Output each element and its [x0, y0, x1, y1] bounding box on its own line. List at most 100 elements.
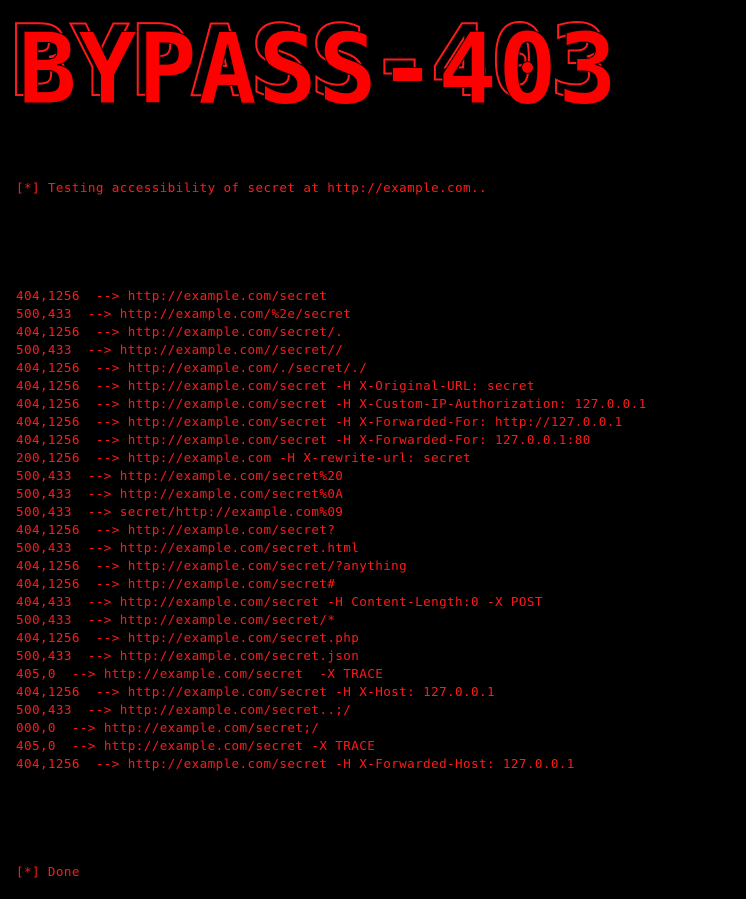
footer-line: [*] Done [16, 864, 80, 879]
status-code: 404,1256 [16, 324, 80, 339]
result-line: 000,0 --> http://example.com/secret;/ [16, 719, 742, 737]
request-target: http://example.com/secret -H X-Forwarded… [127, 432, 591, 447]
status-code: 500,433 [16, 702, 72, 717]
arrow-separator: --> [79, 450, 128, 465]
status-code: 404,1256 [16, 684, 80, 699]
result-line: 405,0 --> http://example.com/secret -X T… [16, 665, 742, 683]
status-code: 500,433 [16, 612, 72, 627]
request-target: http://example.com/secret# [127, 576, 336, 591]
status-code: 404,433 [16, 594, 72, 609]
status-code: 000,0 [16, 720, 56, 735]
request-target: http://example.com/secret -X TRACE [103, 738, 376, 753]
status-code: 500,433 [16, 540, 72, 555]
request-target: http://example.com/secret -H X-Original-… [127, 378, 535, 393]
request-target: http://example.com/./secret/./ [127, 360, 368, 375]
status-code: 200,1256 [16, 450, 80, 465]
request-target: http://example.com/secret/* [119, 612, 336, 627]
arrow-separator: --> [55, 738, 104, 753]
arrow-separator: --> [79, 684, 128, 699]
request-target: http://example.com/secret.json [119, 648, 360, 663]
result-line: 404,1256 --> http://example.com/secret [16, 287, 742, 305]
result-line: 500,433 --> http://example.com/secret.ht… [16, 539, 742, 557]
request-target: http://example.com/secret%20 [119, 468, 344, 483]
request-target: http://example.com/secret -H X-Forwarded… [127, 756, 575, 771]
result-line: 405,0 --> http://example.com/secret -X T… [16, 737, 742, 755]
result-line: 500,433 --> http://example.com/secret.js… [16, 647, 742, 665]
result-line: 404,1256 --> http://example.com/secret -… [16, 431, 742, 449]
arrow-separator: --> [79, 396, 128, 411]
arrow-separator: --> [71, 342, 120, 357]
status-code: 404,1256 [16, 378, 80, 393]
result-line: 500,433 --> http://example.com/secret..;… [16, 701, 742, 719]
status-code: 500,433 [16, 504, 72, 519]
result-line: 500,433 --> http://example.com/secret/* [16, 611, 742, 629]
request-target: http://example.com/secret;/ [103, 720, 320, 735]
request-target: http://example.com/%2e/secret [119, 306, 352, 321]
result-line: 404,1256 --> http://example.com/secret -… [16, 413, 742, 431]
arrow-separator: --> [71, 648, 120, 663]
arrow-separator: --> [79, 558, 128, 573]
result-line: 404,1256 --> http://example.com/secret -… [16, 683, 742, 701]
status-code: 500,433 [16, 342, 72, 357]
request-target: http://example.com/secret.php [127, 630, 360, 645]
status-code: 404,1256 [16, 414, 80, 429]
status-code: 404,1256 [16, 432, 80, 447]
request-target: secret/http://example.com%09 [119, 504, 344, 519]
status-code: 404,1256 [16, 396, 80, 411]
result-line: 404,1256 --> http://example.com/secret -… [16, 377, 742, 395]
arrow-separator: --> [71, 702, 120, 717]
arrow-separator: --> [79, 324, 128, 339]
arrow-separator: --> [71, 468, 120, 483]
status-code: 404,1256 [16, 522, 80, 537]
ascii-art-banner: BYPASS-403 BYPASS-403 [9, 9, 734, 123]
result-line: 500,433 --> http://example.com//secret// [16, 341, 742, 359]
status-code: 404,1256 [16, 360, 80, 375]
request-target: http://example.com/secret.html [119, 540, 360, 555]
arrow-separator: --> [71, 594, 120, 609]
status-code: 404,1256 [16, 558, 80, 573]
request-target: http://example.com/secret/?anything [127, 558, 408, 573]
request-target: http://example.com/secret -X TRACE [103, 666, 384, 681]
banner-title: BYPASS-403 [17, 13, 619, 127]
arrow-separator: --> [71, 306, 120, 321]
request-target: http://example.com/secret [127, 288, 328, 303]
result-line: 500,433 --> http://example.com/%2e/secre… [16, 305, 742, 323]
arrow-separator: --> [79, 378, 128, 393]
request-target: http://example.com/secret -H Content-Len… [119, 594, 543, 609]
arrow-separator: --> [71, 486, 120, 501]
status-code: 404,1256 [16, 288, 80, 303]
result-line: 404,1256 --> http://example.com/secret.p… [16, 629, 742, 647]
status-code: 500,433 [16, 648, 72, 663]
arrow-separator: --> [79, 630, 128, 645]
status-code: 405,0 [16, 666, 56, 681]
status-code: 404,1256 [16, 576, 80, 591]
terminal-output: [*] Testing accessibility of secret at h… [16, 143, 742, 899]
request-target: http://example.com/secret/. [127, 324, 344, 339]
result-line: 500,433 --> http://example.com/secret%0A [16, 485, 742, 503]
request-target: http://example.com/secret -H X-Forwarded… [127, 414, 623, 429]
request-target: http://example.com//secret// [119, 342, 344, 357]
result-line: 200,1256 --> http://example.com -H X-rew… [16, 449, 742, 467]
status-code: 404,1256 [16, 756, 80, 771]
result-line: 500,433 --> http://example.com/secret%20 [16, 467, 742, 485]
arrow-separator: --> [55, 720, 104, 735]
result-line: 404,1256 --> http://example.com/secret -… [16, 395, 742, 413]
result-line: 404,1256 --> http://example.com/secret# [16, 575, 742, 593]
status-code: 405,0 [16, 738, 56, 753]
arrow-separator: --> [79, 576, 128, 591]
result-line: 404,1256 --> http://example.com/./secret… [16, 359, 742, 377]
status-code: 500,433 [16, 486, 72, 501]
arrow-separator: --> [55, 666, 104, 681]
header-line: [*] Testing accessibility of secret at h… [16, 180, 487, 195]
result-line: 404,1256 --> http://example.com/secret? [16, 521, 742, 539]
arrow-separator: --> [71, 504, 120, 519]
result-line: 404,1256 --> http://example.com/secret/?… [16, 557, 742, 575]
status-code: 404,1256 [16, 630, 80, 645]
arrow-separator: --> [79, 414, 128, 429]
request-target: http://example.com/secret -H X-Custom-IP… [127, 396, 647, 411]
result-line: 404,1256 --> http://example.com/secret -… [16, 755, 742, 773]
result-line: 404,1256 --> http://example.com/secret/. [16, 323, 742, 341]
status-code: 500,433 [16, 306, 72, 321]
